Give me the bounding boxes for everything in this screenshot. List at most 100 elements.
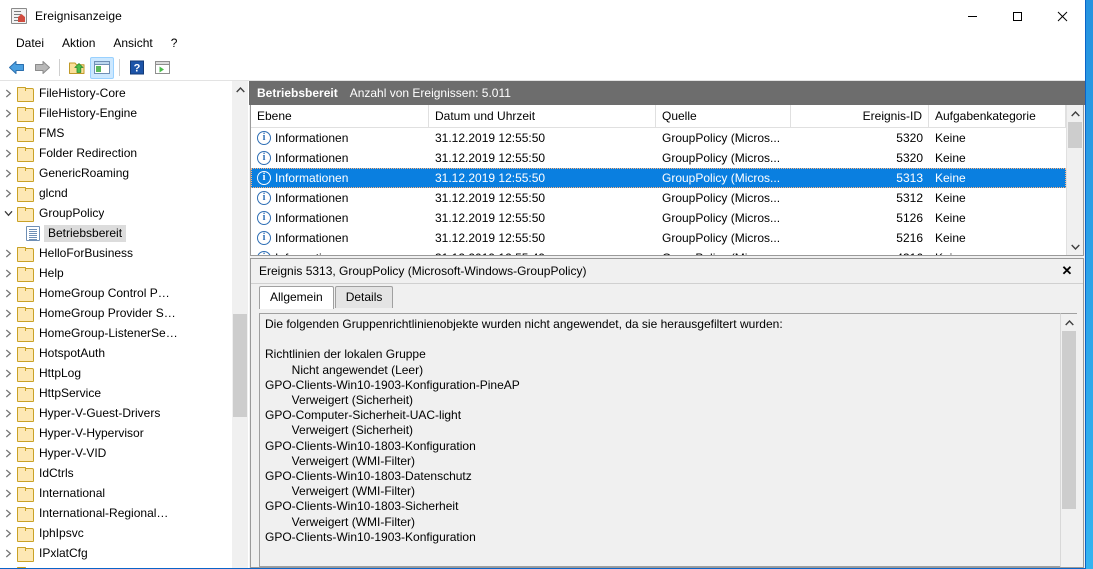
tree-item-helloforbusiness[interactable]: HelloForBusiness (0, 243, 231, 263)
chevron-right-icon[interactable] (0, 549, 17, 558)
chevron-right-icon[interactable] (0, 169, 17, 178)
minimize-button[interactable] (950, 0, 995, 32)
folder-icon (17, 266, 34, 282)
chevron-right-icon[interactable] (0, 509, 17, 518)
tree-item-iphipsvc[interactable]: IphIpsvc (0, 523, 231, 543)
detail-scroll-track[interactable] (1061, 331, 1077, 567)
detail-scroll-thumb[interactable] (1062, 331, 1076, 509)
tree-item-filehistory-core[interactable]: FileHistory-Core (0, 83, 231, 103)
event-level-cell: i Informationen (251, 191, 429, 205)
event-detail-tabs: Allgemein Details (251, 284, 1083, 309)
tree-item-ipxlatcfg[interactable]: IPxlatCfg (0, 543, 231, 563)
show-hide-tree-icon[interactable] (90, 56, 114, 79)
tree-item-betriebsbereit[interactable]: Betriebsbereit (0, 223, 231, 243)
console-tree[interactable]: FileHistory-Core FileHistory-Engine FMS Fol… (0, 81, 231, 568)
menu-aktion[interactable]: Aktion (54, 34, 103, 53)
detail-scroll-up-button[interactable] (1061, 314, 1077, 331)
tree-item-httpservice[interactable]: HttpService (0, 383, 231, 403)
table-row[interactable]: i Informationen 31.12.2019 12:55:49GroupPo… (251, 248, 1066, 255)
table-row[interactable]: i Informationen 31.12.2019 12:55:50 GroupPo… (251, 228, 1066, 248)
tree-item-hyper-v-vid[interactable]: Hyper-V-VID (0, 443, 231, 463)
tree-scroll-track[interactable] (232, 98, 248, 568)
chevron-right-icon[interactable] (0, 409, 17, 418)
close-icon[interactable]: ✕ (1057, 261, 1077, 281)
tree-scroll-thumb[interactable] (233, 314, 247, 417)
table-row[interactable]: i Informationen 31.12.2019 12:55:50 GroupPo… (251, 188, 1066, 208)
menu-datei[interactable]: Datei (8, 34, 52, 53)
table-row[interactable]: i Informationen 31.12.2019 12:55:50 GroupPo… (251, 148, 1066, 168)
back-icon[interactable] (5, 57, 29, 79)
detail-scrollbar[interactable] (1060, 313, 1077, 567)
tree-scrollbar[interactable] (231, 81, 248, 568)
tab-details[interactable]: Details (334, 285, 394, 308)
column-header-aufgabenkategorie[interactable]: Aufgabenkategorie (929, 105, 1066, 128)
chevron-right-icon[interactable] (0, 469, 17, 478)
tab-allgemein[interactable]: Allgemein (259, 285, 334, 309)
list-scroll-track[interactable] (1067, 122, 1083, 238)
tree-item-help[interactable]: Help (0, 263, 231, 283)
properties-icon[interactable] (150, 57, 174, 79)
forward-icon[interactable] (30, 57, 54, 79)
event-list-rows[interactable]: i Informationen 31.12.2019 12:55:50 GroupPo… (251, 128, 1066, 255)
tree-item-hyper-v-guest-drivers[interactable]: Hyper-V-Guest-Drivers (0, 403, 231, 423)
tree-item-homegroup-listenerse[interactable]: HomeGroup-ListenerSe… (0, 323, 231, 343)
list-scroll-thumb[interactable] (1068, 122, 1082, 148)
chevron-right-icon[interactable] (0, 389, 17, 398)
event-level-text: Informationen (275, 211, 349, 225)
up-folder-icon[interactable] (65, 57, 89, 79)
chevron-right-icon[interactable] (0, 349, 17, 358)
chevron-right-icon[interactable] (0, 249, 17, 258)
tree-item-folder-redirection[interactable]: Folder Redirection (0, 143, 231, 163)
menu-ansicht[interactable]: Ansicht (105, 34, 160, 53)
tree-item-homegroup-provider-s[interactable]: HomeGroup Provider S… (0, 303, 231, 323)
chevron-right-icon[interactable] (0, 309, 17, 318)
help-icon[interactable]: ? (125, 57, 149, 79)
tree-item-hotspotauth[interactable]: HotspotAuth (0, 343, 231, 363)
tree-item-homegroup-control-p[interactable]: HomeGroup Control P… (0, 283, 231, 303)
tree-item-filehistory-engine[interactable]: FileHistory-Engine (0, 103, 231, 123)
chevron-down-icon[interactable] (0, 210, 17, 217)
table-row[interactable]: i Informationen 31.12.2019 12:55:50 GroupPo… (251, 128, 1066, 148)
chevron-right-icon[interactable] (0, 449, 17, 458)
chevron-right-icon[interactable] (0, 429, 17, 438)
tree-item-hyper-v-hypervisor[interactable]: Hyper-V-Hypervisor (0, 423, 231, 443)
column-header-quelle[interactable]: Quelle (656, 105, 791, 128)
maximize-button[interactable] (995, 0, 1040, 32)
chevron-right-icon[interactable] (0, 89, 17, 98)
event-id-cell: 5313 (896, 171, 923, 185)
chevron-right-icon[interactable] (0, 189, 17, 198)
chevron-right-icon[interactable] (0, 329, 17, 338)
title-bar: Ereignisanzeige (0, 0, 1085, 32)
event-datetime-cell: 31.12.2019 12:55:50 (435, 211, 546, 225)
chevron-right-icon[interactable] (0, 529, 17, 538)
tree-item-international-regional[interactable]: International-Regional… (0, 503, 231, 523)
chevron-right-icon[interactable] (0, 489, 17, 498)
tree-item-httplog[interactable]: HttpLog (0, 363, 231, 383)
tree-item-idctrls[interactable]: IdCtrls (0, 463, 231, 483)
event-list-scrollbar[interactable] (1066, 105, 1083, 255)
chevron-right-icon[interactable] (0, 129, 17, 138)
close-button[interactable] (1040, 0, 1085, 32)
chevron-right-icon[interactable] (0, 109, 17, 118)
list-scroll-down-button[interactable] (1067, 238, 1083, 255)
chevron-right-icon[interactable] (0, 269, 17, 278)
list-scroll-up-button[interactable] (1067, 105, 1083, 122)
tree-item-fms[interactable]: FMS (0, 123, 231, 143)
chevron-right-icon[interactable] (0, 289, 17, 298)
column-header-ereignis-id[interactable]: Ereignis-ID (791, 105, 929, 128)
tree-item-genericroaming[interactable]: GenericRoaming (0, 163, 231, 183)
tree-item-kdssvc[interactable]: KdsSvc (0, 563, 231, 568)
tree-scroll-up-button[interactable] (232, 81, 248, 98)
column-header-datum-und-uhrzeit[interactable]: Datum und Uhrzeit (429, 105, 656, 128)
chevron-right-icon[interactable] (0, 369, 17, 378)
column-header-ebene[interactable]: Ebene (251, 105, 429, 128)
tree-item-international[interactable]: International (0, 483, 231, 503)
tree-item-glcnd[interactable]: glcnd (0, 183, 231, 203)
table-row[interactable]: i Informationen 31.12.2019 12:55:50 GroupPo… (251, 168, 1066, 188)
chevron-right-icon[interactable] (0, 149, 17, 158)
tree-item-label: HttpLog (39, 366, 82, 380)
event-level-text: Informationen (275, 191, 349, 205)
table-row[interactable]: i Informationen 31.12.2019 12:55:50 GroupPo… (251, 208, 1066, 228)
tree-item-grouppolicy[interactable]: GroupPolicy (0, 203, 231, 223)
menu-help[interactable]: ? (163, 34, 186, 53)
